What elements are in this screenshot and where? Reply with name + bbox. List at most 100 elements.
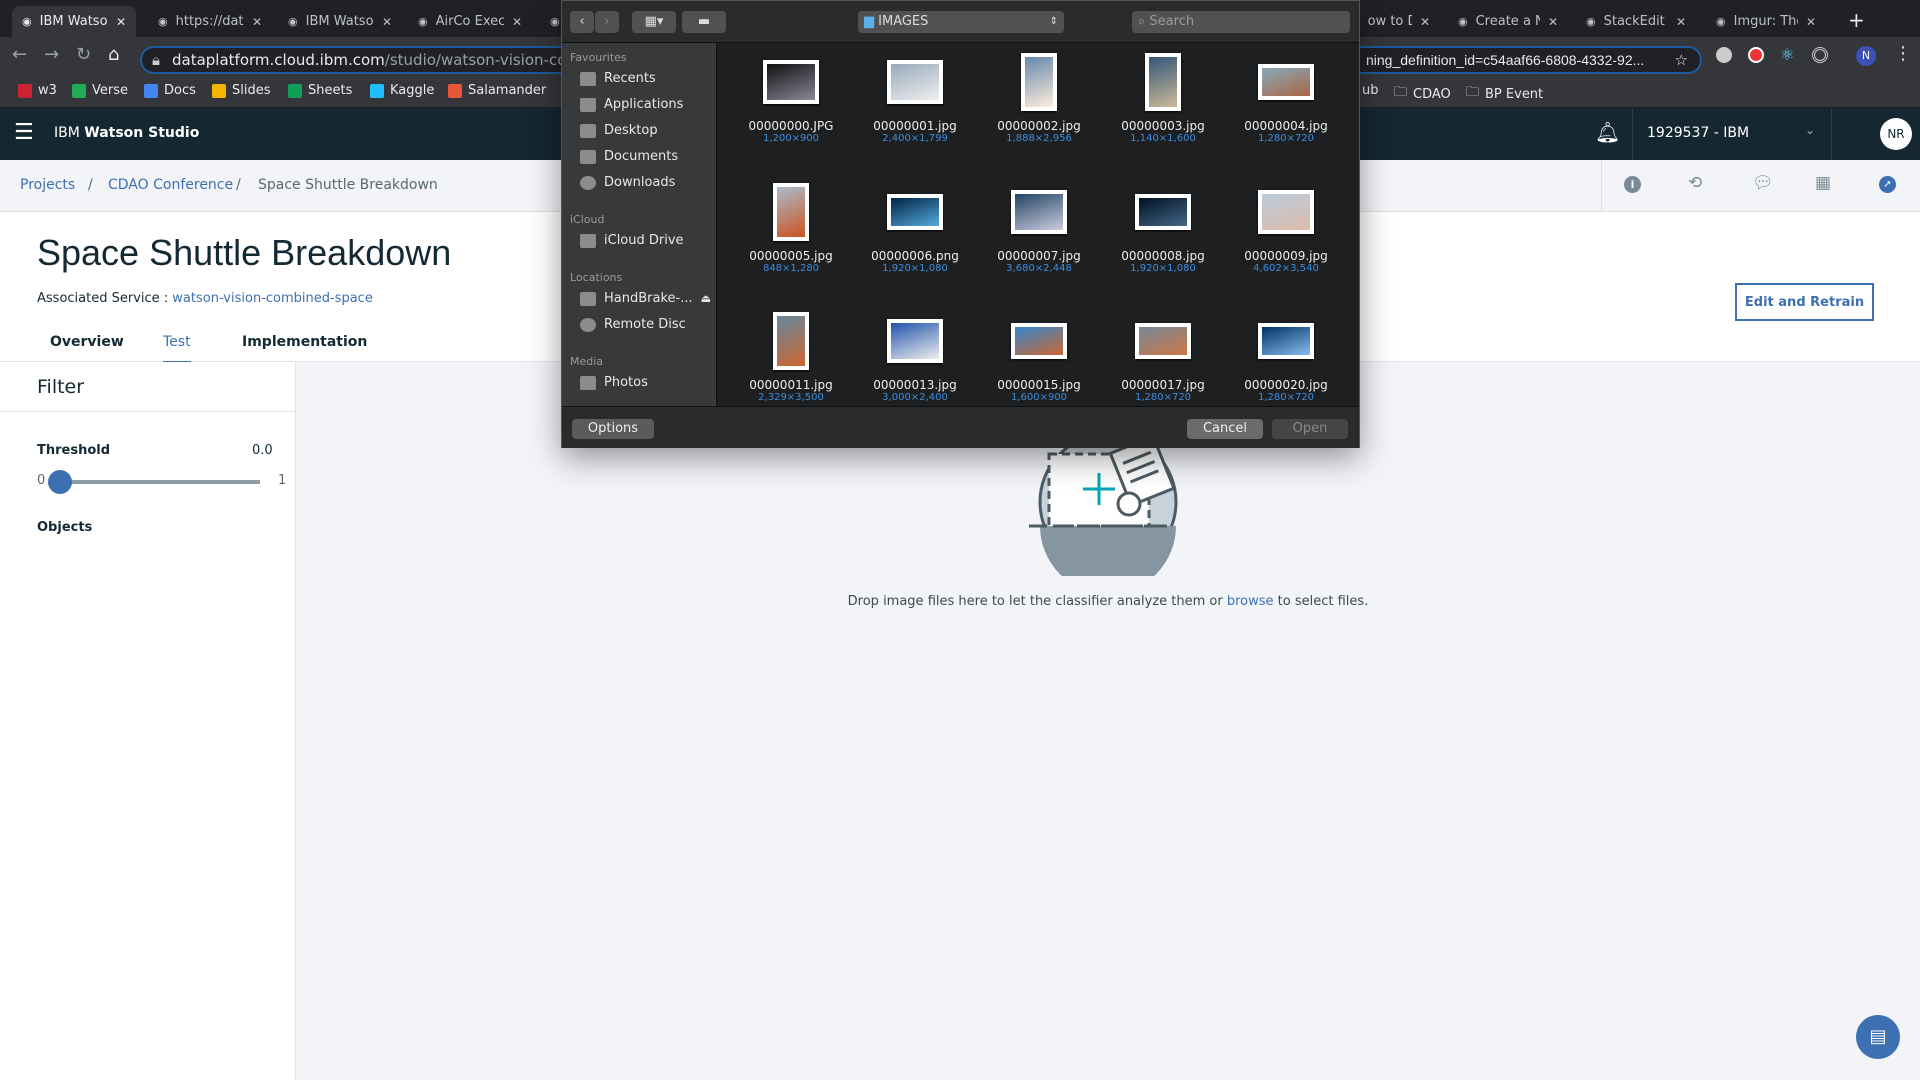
app-brand[interactable]: IBM Watson Studio [54, 125, 199, 141]
file-item[interactable]: 00000013.jpg 3,000×2,400 [853, 310, 977, 403]
tab-close-icon[interactable]: ✕ [1548, 15, 1558, 29]
browser-tab[interactable]: ◉ StackEdit ✕ [1576, 6, 1696, 37]
sidebar-item-handbrake-[interactable]: HandBrake-... ⏏ [580, 291, 711, 306]
tab-close-icon[interactable]: ✕ [1676, 15, 1686, 29]
extension-icon[interactable] [1716, 47, 1732, 63]
eject-icon[interactable]: ⏏ [701, 292, 711, 305]
file-item[interactable]: 00000005.jpg 848×1,280 [729, 181, 853, 274]
file-item[interactable]: 00000020.jpg 1,280×720 [1224, 310, 1348, 403]
bookmark[interactable]: w3 [18, 83, 57, 98]
account-switcher[interactable]: 1929537 - IBM ⌄ [1632, 108, 1832, 160]
info-icon[interactable]: i [1624, 176, 1641, 193]
tab-close-icon[interactable]: ✕ [116, 15, 126, 29]
file-item[interactable]: 00000009.jpg 4,602×3,540 [1224, 181, 1348, 274]
browse-link[interactable]: browse [1227, 594, 1274, 609]
options-button[interactable]: Options [572, 419, 654, 439]
file-name: 00000013.jpg [873, 378, 957, 392]
tab-favicon-icon: ◉ [158, 15, 168, 28]
browser-tab[interactable]: ◉ Create a Ne ✕ [1448, 6, 1568, 37]
service-link[interactable]: watson-vision-combined-space [172, 291, 373, 306]
file-item[interactable]: 00000008.jpg 1,920×1,080 [1101, 181, 1225, 274]
sidebar-item-desktop[interactable]: Desktop [580, 123, 658, 138]
chat-bubbles-icon[interactable]: 💬︎ [1752, 173, 1774, 193]
tab-overview[interactable]: Overview [50, 334, 124, 350]
file-item[interactable]: 00000015.jpg 1,600×900 [977, 310, 1101, 403]
threshold-slider-track[interactable] [60, 480, 260, 484]
bookmark-folder[interactable]: ub [1362, 83, 1379, 98]
cancel-button[interactable]: Cancel [1187, 419, 1263, 439]
browser-tab[interactable]: ◉ [540, 6, 560, 37]
new-folder-button[interactable]: ▬ [682, 11, 726, 33]
new-tab-icon[interactable]: + [1848, 8, 1865, 32]
tab-implementation[interactable]: Implementation [242, 334, 367, 350]
edit-and-retrain-button[interactable]: Edit and Retrain [1735, 283, 1874, 321]
folder-selector[interactable]: ▆ IMAGES ⇕ [858, 11, 1064, 33]
search-input[interactable]: ⌕ Search [1132, 11, 1350, 33]
notification-bell-icon[interactable]: 🔔︎ [1595, 120, 1620, 144]
file-item[interactable]: 00000017.jpg 1,280×720 [1101, 310, 1225, 403]
sidebar-item-remote-disc[interactable]: Remote Disc [580, 317, 686, 332]
breadcrumb-cdao-conference[interactable]: CDAO Conference [108, 177, 233, 193]
file-item[interactable]: 00000003.jpg 1,140×1,600 [1101, 51, 1225, 144]
file-item[interactable]: 00000011.jpg 2,329×3,500 [729, 310, 853, 403]
bookmark[interactable]: Slides [212, 83, 271, 98]
star-icon[interactable]: ☆ [1675, 48, 1688, 72]
browser-tab[interactable]: ◉ https://data ✕ [148, 6, 272, 37]
sidebar-item-icloud-drive[interactable]: iCloud Drive [580, 233, 684, 248]
reload-icon[interactable]: ↻ [76, 44, 91, 65]
compass-icon[interactable]: ➚ [1879, 176, 1896, 193]
tab-close-icon[interactable]: ✕ [1420, 15, 1430, 29]
back-icon[interactable]: ← [12, 44, 27, 65]
home-icon[interactable]: ⌂ [108, 44, 119, 65]
user-avatar[interactable]: NR [1880, 118, 1912, 150]
bookmark[interactable]: Sheets [288, 83, 352, 98]
extension-icon[interactable] [1812, 47, 1828, 63]
file-thumbnail [887, 60, 943, 104]
bookmark[interactable]: Kaggle [370, 83, 434, 98]
threshold-slider-handle[interactable] [48, 470, 72, 494]
view-mode-button[interactable]: ▦▾ [632, 11, 676, 33]
grid-apps-icon[interactable]: ▦ [1815, 173, 1831, 193]
sidebar-item-documents[interactable]: Documents [580, 149, 678, 164]
sidebar-item-recents[interactable]: Recents [580, 71, 656, 86]
browser-tab[interactable]: ◉ Imgur: The ✕ [1706, 6, 1826, 37]
tab-close-icon[interactable]: ✕ [512, 15, 522, 29]
bookmark-folder[interactable]: 🗀︎ CDAO [1394, 83, 1451, 105]
browser-tab[interactable]: ◉ IBM Watson ✕ [12, 6, 136, 37]
tab-close-icon[interactable]: ✕ [382, 15, 392, 29]
tab-close-icon[interactable]: ✕ [252, 15, 262, 29]
breadcrumb-projects[interactable]: Projects [20, 177, 75, 193]
history-icon[interactable]: ⟲ [1688, 173, 1702, 193]
browser-tab[interactable]: ◉ IBM Watson ✕ [278, 6, 402, 37]
sidebar-item-downloads[interactable]: Downloads [580, 175, 675, 190]
tab-test[interactable]: Test [163, 334, 191, 364]
back-button[interactable]: ‹ [570, 11, 594, 33]
bookmark-folder[interactable]: 🗀︎ BP Event [1466, 83, 1543, 105]
file-item[interactable]: 00000007.jpg 3,680×2,448 [977, 181, 1101, 274]
file-item[interactable]: 00000006.png 1,920×1,080 [853, 181, 977, 274]
search-placeholder: Search [1149, 14, 1195, 29]
tab-close-icon[interactable]: ✕ [1806, 15, 1816, 29]
hamburger-menu-icon[interactable]: ☰ [14, 120, 34, 145]
profile-avatar[interactable]: N [1856, 46, 1876, 66]
menu-kebab-icon[interactable]: ⋮ [1894, 43, 1912, 64]
bookmark[interactable]: Salamander [448, 83, 546, 98]
forward-button[interactable]: › [595, 11, 619, 33]
browser-tab[interactable]: ◉ AirCo Exec ✕ [408, 6, 532, 37]
open-button[interactable]: Open [1272, 419, 1348, 439]
folder-icon: 🗀︎ [1394, 85, 1408, 100]
file-item[interactable]: 00000002.jpg 1,888×2,956 [977, 51, 1101, 144]
drop-zone[interactable]: Drop image files here to let the classif… [296, 362, 1920, 1080]
file-item[interactable]: 00000004.jpg 1,280×720 [1224, 51, 1348, 144]
chat-support-button[interactable]: ▤ [1856, 1015, 1900, 1059]
file-item[interactable]: 00000001.jpg 2,400×1,799 [853, 51, 977, 144]
sidebar-item-photos[interactable]: Photos [580, 375, 648, 390]
file-item[interactable]: 00000000.JPG 1,200×900 [729, 51, 853, 144]
bookmark[interactable]: Docs [144, 83, 196, 98]
extension-icon[interactable] [1748, 47, 1764, 63]
bookmark[interactable]: Verse [72, 83, 128, 98]
sidebar-item-applications[interactable]: Applications [580, 97, 683, 112]
forward-icon[interactable]: → [44, 44, 59, 65]
react-devtools-icon[interactable]: ⚛ [1780, 45, 1794, 64]
sidebar-section-favourites: Favourites [570, 51, 627, 64]
